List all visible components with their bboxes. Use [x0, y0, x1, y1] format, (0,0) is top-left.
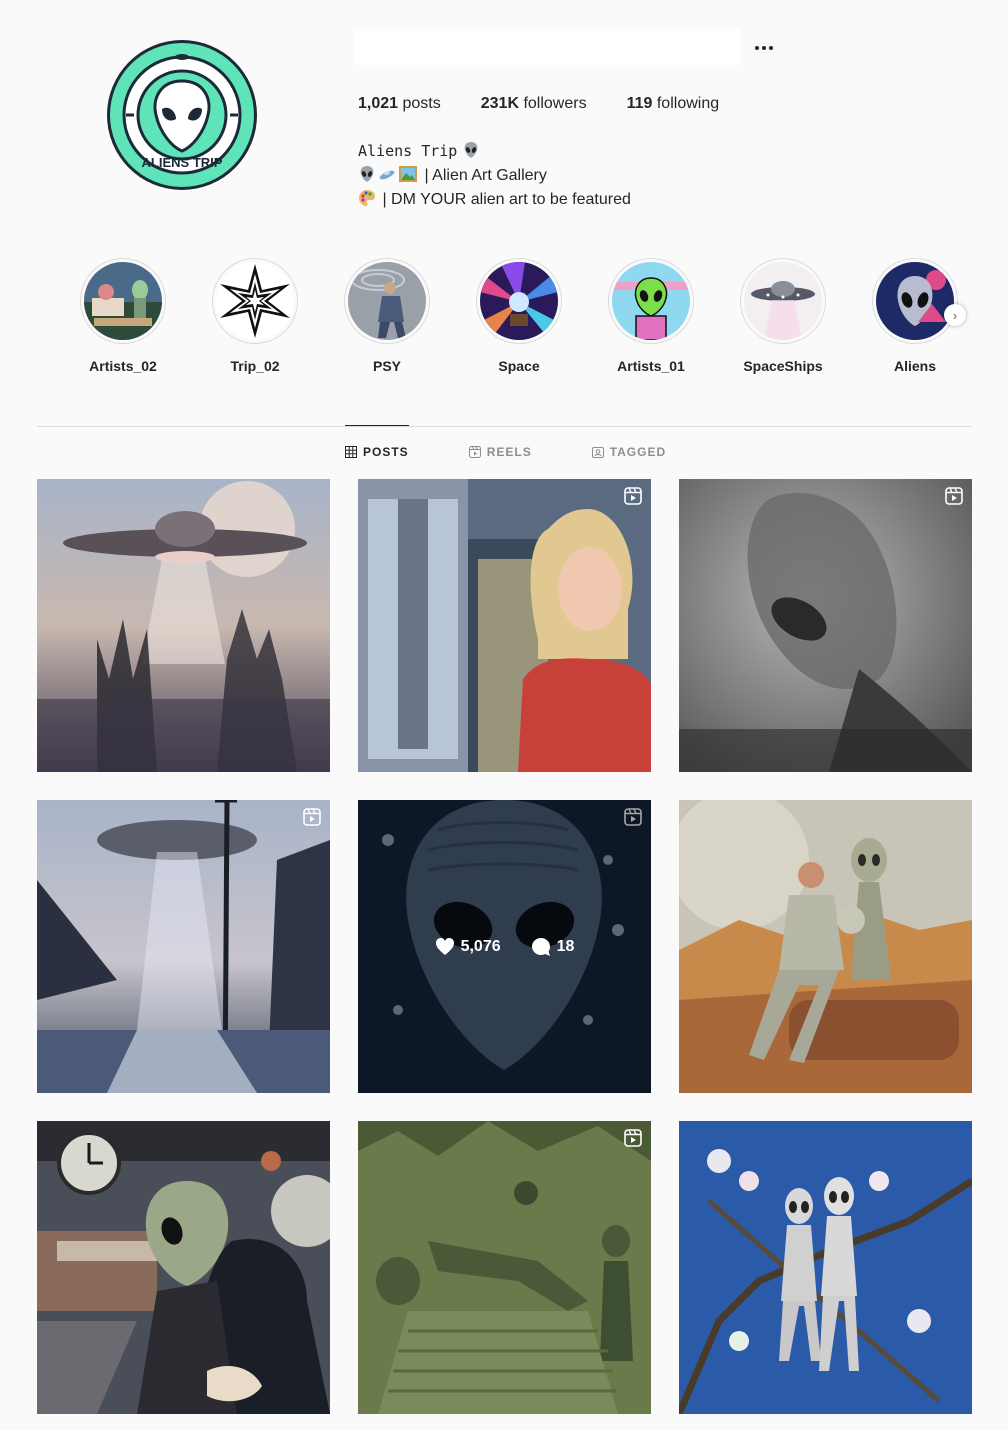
story-highlights: Artists_02 Trip_02 PSY Space Artists_01 … — [80, 258, 970, 378]
post-tile[interactable] — [37, 479, 330, 772]
post-image — [37, 800, 330, 1093]
comments-count: 18 — [531, 937, 574, 957]
highlights-next-arrow[interactable]: › — [944, 304, 966, 326]
bio-line-1: | Alien Art Gallery — [424, 167, 547, 184]
profile-avatar[interactable]: ALIENS TRIP — [107, 40, 257, 190]
alien-painting-icon — [84, 262, 162, 340]
likes-count: 5,076 — [435, 937, 501, 957]
bio-line-2: | DM YOUR alien art to be featured — [382, 191, 631, 208]
post-image — [679, 479, 972, 772]
highlight-psy[interactable]: PSY — [344, 258, 430, 374]
tag-icon — [591, 447, 604, 458]
flying-saucer-emoji-icon — [379, 170, 395, 180]
alien-emoji-icon — [360, 166, 374, 182]
profile-bio: Aliens Trip | Alien Art Gallery | DM YOU… — [358, 139, 631, 212]
framed-picture-emoji-icon — [399, 166, 417, 182]
reels-icon — [468, 446, 481, 458]
post-image — [358, 1121, 651, 1414]
highlight-artists-01[interactable]: Artists_01 — [608, 258, 694, 374]
highlight-space[interactable]: Space — [476, 258, 562, 374]
svg-text:ALIENS TRIP: ALIENS TRIP — [142, 155, 223, 170]
post-image — [679, 800, 972, 1093]
cosmic-burst-icon — [480, 262, 558, 340]
alien-emoji-icon — [464, 142, 478, 158]
tab-tagged[interactable]: TAGGED — [591, 445, 666, 459]
post-hover-overlay: 5,076 18 — [358, 800, 651, 1093]
post-tile[interactable]: 5,076 18 — [358, 800, 651, 1093]
alien-face-icon — [876, 262, 954, 340]
highlight-trip-02[interactable]: Trip_02 — [212, 258, 298, 374]
posts-count[interactable]: 1,021 posts — [358, 95, 441, 113]
tab-posts[interactable]: POSTS — [345, 445, 409, 459]
post-image — [679, 1121, 972, 1414]
reel-icon — [624, 487, 642, 505]
reel-icon — [303, 808, 321, 826]
highlight-artists-02[interactable]: Artists_02 — [80, 258, 166, 374]
profile-name: Aliens Trip — [358, 142, 458, 160]
aliens-trip-logo: ALIENS TRIP — [110, 43, 254, 187]
more-options-button[interactable] — [750, 38, 778, 58]
chevron-right-icon: › — [952, 307, 958, 323]
post-tile[interactable] — [679, 800, 972, 1093]
post-image — [37, 1121, 330, 1414]
op-art-star-icon — [216, 262, 294, 340]
tabs-divider — [37, 426, 972, 427]
heart-icon — [435, 937, 454, 955]
post-tile[interactable] — [358, 1121, 651, 1414]
profile-stats: 1,021 posts 231K followers 119 following — [358, 95, 719, 113]
person-portal-icon — [348, 262, 426, 340]
artist-palette-emoji-icon — [359, 190, 375, 206]
post-tile[interactable] — [679, 479, 972, 772]
username-field — [354, 29, 740, 65]
highlight-spaceships[interactable]: SpaceShips — [740, 258, 826, 374]
tab-reels[interactable]: REELS — [468, 445, 532, 459]
comment-icon — [531, 937, 550, 956]
post-tile[interactable] — [37, 1121, 330, 1414]
ufo-icon — [744, 262, 822, 340]
reel-icon — [624, 1129, 642, 1147]
profile-tabs: POSTS REELS TAGGED — [345, 445, 666, 459]
reel-icon — [945, 487, 963, 505]
active-tab-indicator — [345, 425, 409, 426]
green-alien-cartoon-icon — [612, 262, 690, 340]
post-tile[interactable] — [679, 1121, 972, 1414]
post-image — [358, 479, 651, 772]
following-count[interactable]: 119 following — [627, 95, 720, 113]
post-tile[interactable] — [358, 479, 651, 772]
grid-icon — [345, 446, 357, 458]
followers-count[interactable]: 231K followers — [481, 95, 587, 113]
post-tile[interactable] — [37, 800, 330, 1093]
post-image — [37, 479, 330, 772]
